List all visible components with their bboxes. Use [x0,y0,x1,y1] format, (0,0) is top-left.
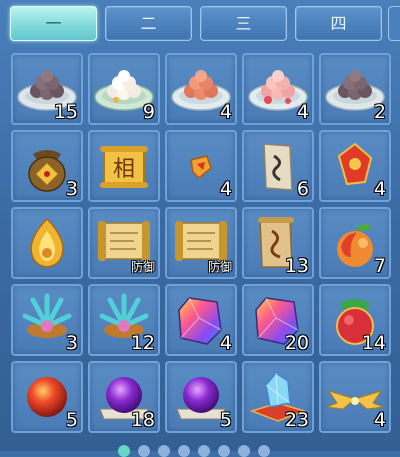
item-count: 7 [373,255,386,277]
golden-flame-icon [30,217,64,268]
page-dot-3[interactable] [158,445,170,457]
page-indicator [0,443,400,457]
inventory-slot[interactable]: 15 [11,53,83,125]
inventory-slot[interactable]: 4 [242,53,314,125]
svg-text:相: 相 [113,157,135,182]
inventory-slot[interactable]: 5 [11,361,83,433]
item-count: 3 [65,332,78,354]
item-count: 20 [284,332,309,354]
page-dot-2[interactable] [138,445,150,457]
inventory-slot[interactable]: 20 [242,284,314,356]
page-dot-7[interactable] [238,445,250,457]
item-count: 5 [65,409,78,431]
inventory-slot[interactable]: 23 [242,361,314,433]
item-tag: 防御 [130,260,155,274]
inventory-slot[interactable]: 防御 [165,207,237,279]
item-count: 14 [361,332,386,354]
page-dot-6[interactable] [218,445,230,457]
page-dot-1[interactable] [118,445,130,457]
inventory-slot[interactable]: 4 [165,284,237,356]
item-tag: 防御 [207,260,232,274]
inventory-slot[interactable]: 4 [319,361,391,433]
item-count: 5 [219,409,232,431]
page-dot-8[interactable] [258,445,270,457]
item-count: 4 [373,409,386,431]
item-count: 4 [219,332,232,354]
inventory-slot[interactable]: 相 [88,130,160,202]
item-count: 4 [219,101,232,123]
item-count: 2 [373,101,386,123]
inventory-slot[interactable]: 3 [11,130,83,202]
inventory-slot[interactable] [11,207,83,279]
inventory-slot[interactable]: 14 [319,284,391,356]
inventory-slot[interactable]: 13 [242,207,314,279]
inventory-slot[interactable]: 5 [165,361,237,433]
inventory-slot[interactable]: 7 [319,207,391,279]
inventory-slot[interactable]: 4 [319,130,391,202]
inventory-slot[interactable]: 18 [88,361,160,433]
item-count: 4 [219,178,232,200]
inventory-slot[interactable]: 3 [11,284,83,356]
inventory-slot[interactable]: 12 [88,284,160,356]
item-count: 4 [373,178,386,200]
item-count: 12 [130,332,155,354]
item-count: 23 [284,409,309,431]
inventory-slot[interactable]: 4 [165,130,237,202]
item-count: 9 [142,101,155,123]
page-dot-4[interactable] [178,445,190,457]
inventory-slot[interactable]: 防御 [88,207,160,279]
item-count: 3 [65,178,78,200]
item-count: 13 [284,255,309,277]
inventory-slot[interactable]: 4 [165,53,237,125]
item-count: 6 [296,178,309,200]
item-count: 4 [296,101,309,123]
inventory-slot[interactable]: 6 [242,130,314,202]
page-dot-5[interactable] [198,445,210,457]
inventory-grid: 15 9 4 4 2 3 相 4 6 4 防御 防御 13 7 3 12 4 2… [0,0,400,451]
item-count: 18 [130,409,155,431]
item-count: 15 [53,101,78,123]
xiang-scroll-icon: 相 [100,146,148,188]
inventory-slot[interactable]: 2 [319,53,391,125]
inventory-slot[interactable]: 9 [88,53,160,125]
